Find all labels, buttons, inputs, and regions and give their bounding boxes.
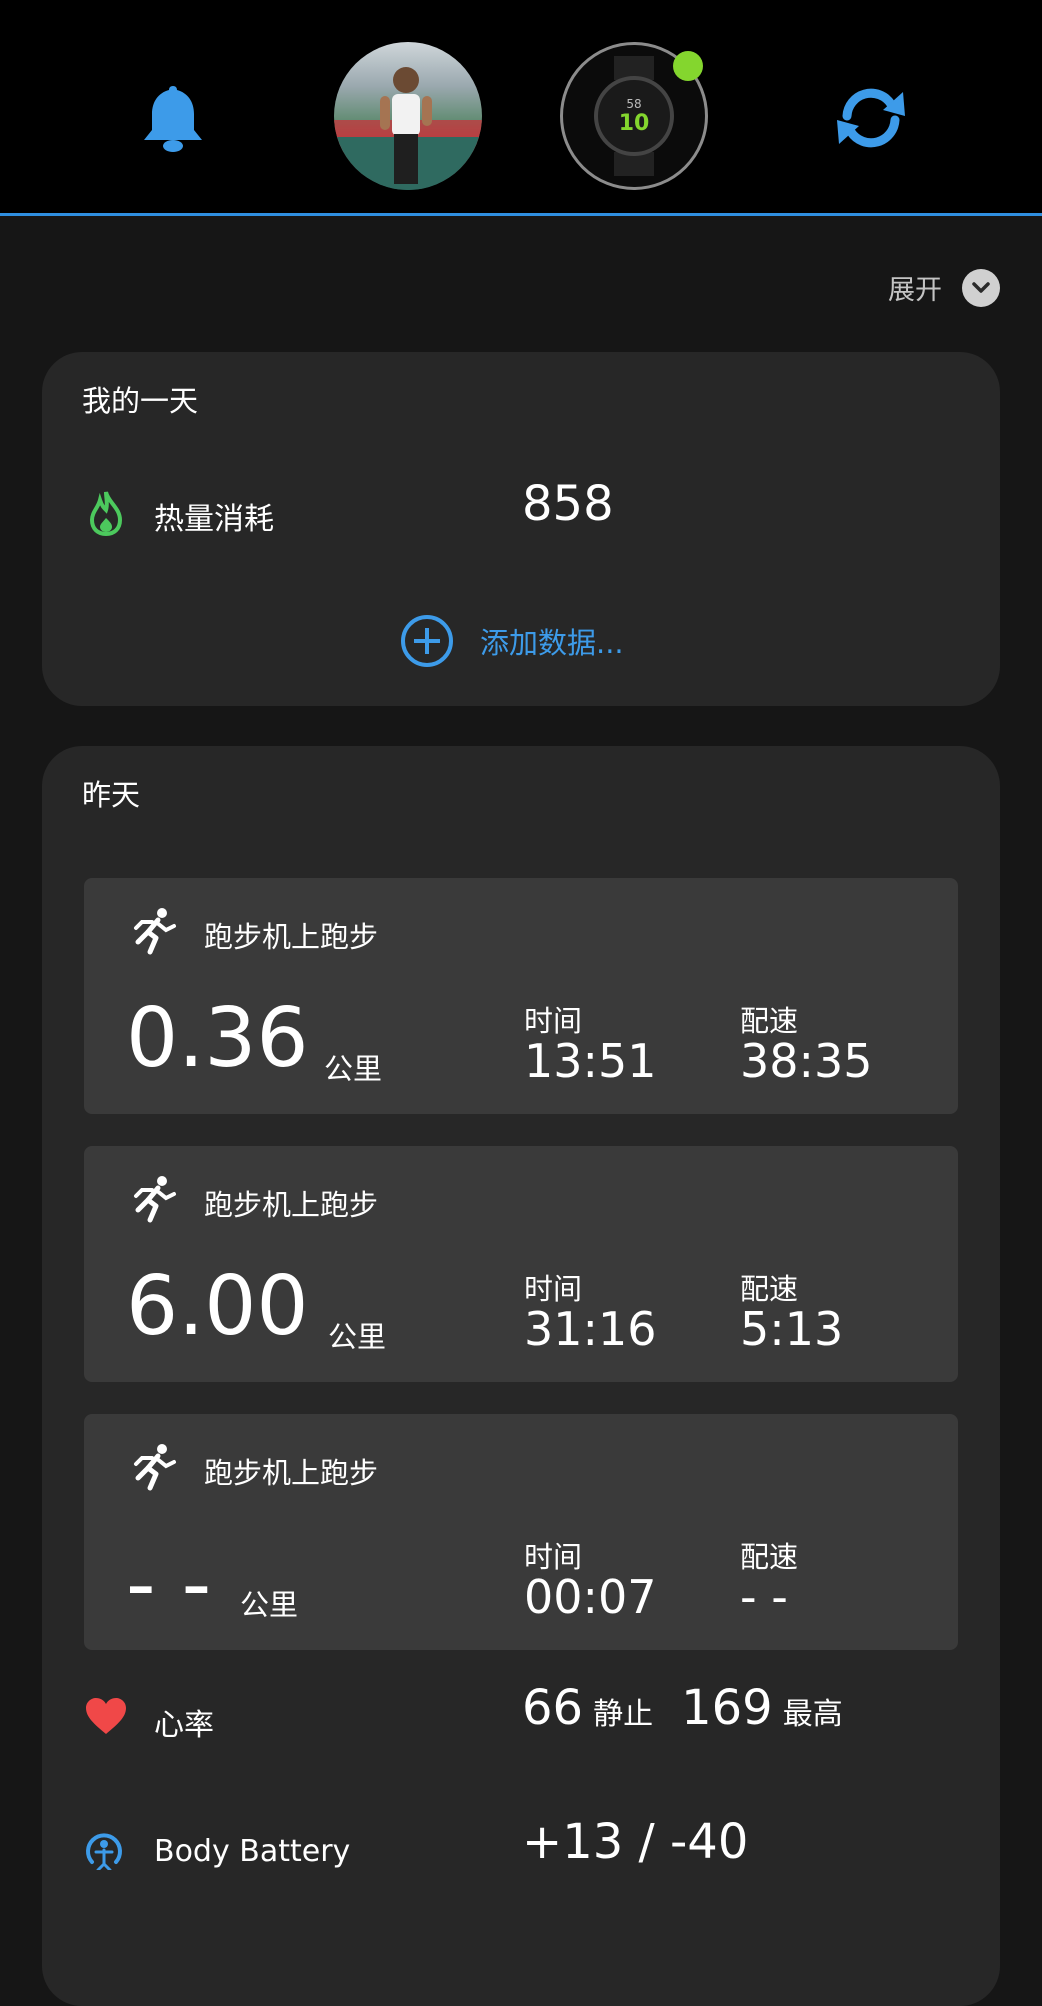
calories-value: 858 bbox=[522, 476, 614, 532]
time-value: 13:51 bbox=[524, 1034, 657, 1088]
body-battery-label: Body Battery bbox=[154, 1834, 351, 1869]
device-connected-indicator bbox=[673, 51, 703, 81]
max-hr-label: 最高 bbox=[782, 1697, 843, 1732]
flame-icon bbox=[88, 490, 124, 540]
top-bar: 58 10 bbox=[0, 0, 1042, 216]
notifications-bell-icon[interactable] bbox=[130, 75, 216, 161]
activity-name: 跑步机上跑步 bbox=[204, 920, 379, 954]
yesterday-title: 昨天 bbox=[82, 778, 141, 812]
running-icon bbox=[128, 1174, 178, 1224]
my-day-card: 我的一天 热量消耗 858 添加数据... bbox=[42, 352, 1000, 706]
body-battery-value: +13 / -40 bbox=[522, 1814, 749, 1870]
chevron-down-icon bbox=[962, 268, 1000, 307]
distance-unit: 公里 bbox=[328, 1320, 387, 1354]
time-value: 00:07 bbox=[524, 1570, 657, 1624]
running-icon bbox=[128, 906, 178, 956]
activity-distance: 0.36 bbox=[126, 991, 309, 1086]
heart-icon bbox=[84, 1696, 128, 1740]
add-circle-icon bbox=[401, 615, 453, 667]
activity-name: 跑步机上跑步 bbox=[204, 1456, 379, 1490]
activity-card[interactable]: 跑步机上跑步 0.36 公里 时间 13:51 配速 38:35 bbox=[84, 878, 958, 1114]
activity-card[interactable]: 跑步机上跑步 - - 公里 时间 00:07 配速 - - bbox=[84, 1414, 958, 1650]
distance-unit: 公里 bbox=[240, 1588, 299, 1622]
max-hr-value: 169 bbox=[681, 1680, 773, 1736]
running-icon bbox=[128, 1442, 178, 1492]
profile-avatar[interactable] bbox=[334, 42, 482, 190]
resting-hr-label: 静止 bbox=[593, 1697, 654, 1732]
pace-value: 38:35 bbox=[740, 1034, 873, 1088]
pace-value: 5:13 bbox=[740, 1302, 844, 1356]
activity-distance: - - bbox=[126, 1537, 212, 1632]
heart-rate-label: 心率 bbox=[154, 1708, 214, 1743]
watch-device-button[interactable]: 58 10 bbox=[560, 42, 708, 190]
sync-icon[interactable] bbox=[828, 75, 914, 161]
activity-distance: 6.00 bbox=[126, 1259, 309, 1354]
time-value: 31:16 bbox=[524, 1302, 657, 1356]
activity-name: 跑步机上跑步 bbox=[204, 1188, 379, 1222]
activity-card[interactable]: 跑步机上跑步 6.00 公里 时间 31:16 配速 5:13 bbox=[84, 1146, 958, 1382]
svg-text:58: 58 bbox=[626, 97, 641, 111]
distance-unit: 公里 bbox=[324, 1052, 383, 1086]
add-data-label: 添加数据... bbox=[480, 626, 624, 660]
pace-value: - - bbox=[740, 1570, 788, 1624]
resting-hr-value: 66 bbox=[522, 1680, 584, 1736]
calories-label: 热量消耗 bbox=[154, 502, 274, 537]
heart-rate-values: 66 静止 169 最高 bbox=[522, 1680, 843, 1736]
expand-label: 展开 bbox=[888, 275, 942, 306]
yesterday-card: 昨天 跑步机上跑步 0.36 公里 时间 13:51 配速 38:35 跑步机上… bbox=[42, 746, 1000, 2006]
add-data-button[interactable]: 添加数据... bbox=[400, 614, 624, 668]
my-day-title: 我的一天 bbox=[82, 384, 199, 418]
expand-toggle[interactable]: 展开 bbox=[888, 268, 1000, 307]
body-battery-icon bbox=[84, 1830, 124, 1874]
svg-text:10: 10 bbox=[619, 111, 650, 136]
